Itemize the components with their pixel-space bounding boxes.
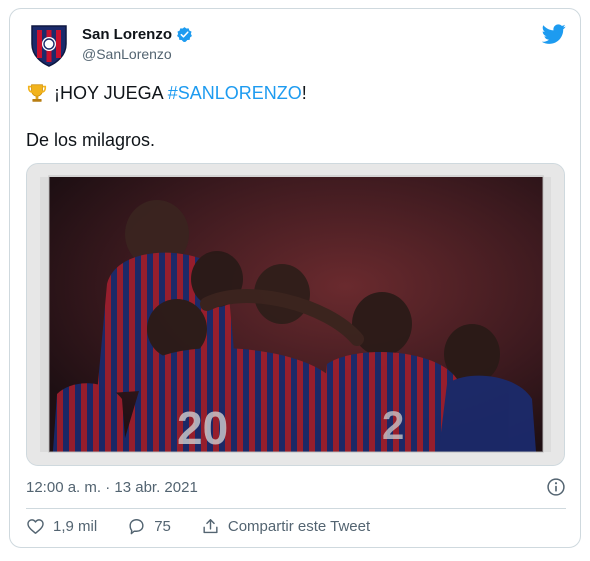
hashtag-link[interactable]: #SANLORENZO [168,83,302,103]
celebration-photo: 20 2 [27,164,564,465]
like-count: 1,9 mil [53,518,98,535]
tweet-text-prefix: ¡HOY JUEGA [54,82,168,103]
author-name[interactable]: San Lorenzo [82,26,172,43]
info-icon[interactable] [546,477,566,497]
trophy-icon [27,84,47,102]
tweet-text-line1: ¡HOY JUEGA #SANLORENZO! [26,82,307,104]
tweet-timestamp[interactable]: 12:00 a. m. · 13 abr. 2021 [26,479,198,496]
twitter-bird-icon[interactable] [542,22,566,46]
svg-text:2: 2 [382,404,404,448]
verified-badge-icon [177,27,192,42]
reply-bubble-icon [129,519,144,535]
share-label: Compartir este Tweet [227,518,371,535]
heart-icon [27,519,44,534]
author-handle[interactable]: @SanLorenzo [82,46,172,62]
tweet-photo[interactable]: 20 2 [26,163,565,466]
share-icon [203,519,218,534]
tweet-text-suffix: ! [301,82,307,103]
tweet-actions-bar: 1,9 mil 75 Compartir este Tweet [26,517,400,536]
club-crest-avatar[interactable] [26,22,72,68]
svg-text:20: 20 [177,402,228,454]
tweet-card[interactable]: San Lorenzo @SanLorenzo ¡HOY JUEGA #SANL… [9,8,581,548]
like-button[interactable]: 1,9 mil [26,517,97,536]
actions-divider [26,508,566,509]
tweet-text-line2: De los milagros. [26,130,156,150]
reply-button[interactable]: 75 [127,517,171,536]
reply-count: 75 [154,518,171,535]
share-button[interactable]: Compartir este Tweet [201,517,370,536]
